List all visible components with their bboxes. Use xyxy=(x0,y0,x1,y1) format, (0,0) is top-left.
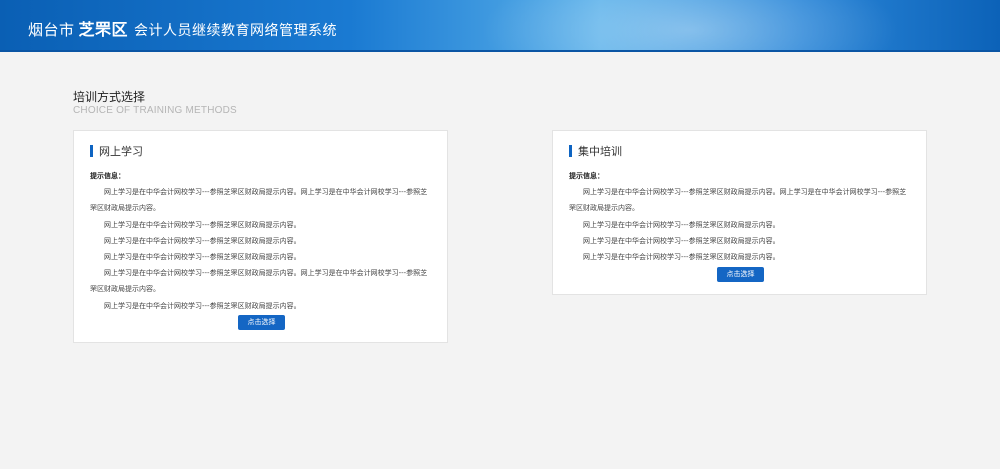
tip-paragraph: 网上学习是在中华会计网校学习---参照芝罘区财政局提示内容。 xyxy=(583,236,780,245)
tip-paragraph: 网上学习是在中华会计网校学习---参照芝罘区财政局提示内容。 xyxy=(104,301,301,310)
online-learning-choose-button[interactable]: 点击选择 xyxy=(238,315,285,330)
tip-paragraph: 网上学习是在中华会计网校学习---参照芝罘区财政局提示内容。网上学习是在中华会计… xyxy=(569,188,907,213)
card-title: 集中培训 xyxy=(578,145,622,158)
card-body: 提示信息： 网上学习是在中华会计网校学习---参照芝罘区财政局提示内容。网上学习… xyxy=(569,168,913,265)
tip-paragraph: 网上学习是在中华会计网校学习---参照芝罘区财政局提示内容。 xyxy=(583,220,780,229)
card-body: 提示信息： 网上学习是在中华会计网校学习---参照芝罘区财政局提示内容。网上学习… xyxy=(90,168,434,314)
page-header: 烟台市 芝罘区 会计人员继续教育网络管理系统 xyxy=(0,0,1000,52)
section-subtitle: CHOICE OF TRAINING METHODS xyxy=(73,105,237,116)
online-learning-card: 网上学习 提示信息： 网上学习是在中华会计网校学习---参照芝罘区财政局提示内容… xyxy=(73,130,448,343)
card-header: 集中培训 xyxy=(569,145,622,158)
card-title: 网上学习 xyxy=(99,145,143,158)
header-city: 烟台市 xyxy=(28,21,75,39)
card-header: 网上学习 xyxy=(90,145,143,158)
tip-paragraph: 网上学习是在中华会计网校学习---参照芝罘区财政局提示内容。 xyxy=(104,220,301,229)
tip-label: 提示信息： xyxy=(569,172,604,180)
tip-paragraph: 网上学习是在中华会计网校学习---参照芝罘区财政局提示内容。网上学习是在中华会计… xyxy=(90,269,428,294)
tip-paragraph: 网上学习是在中华会计网校学习---参照芝罘区财政局提示内容。 xyxy=(104,253,301,262)
card-accent-bar xyxy=(90,145,93,157)
card-accent-bar xyxy=(569,145,572,157)
system-title: 烟台市 芝罘区 会计人员继续教育网络管理系统 xyxy=(28,16,337,40)
tip-paragraph: 网上学习是在中华会计网校学习---参照芝罘区财政局提示内容。 xyxy=(583,253,780,262)
centralized-training-choose-button[interactable]: 点击选择 xyxy=(717,267,764,282)
tip-label: 提示信息： xyxy=(90,172,125,180)
tip-paragraph: 网上学习是在中华会计网校学习---参照芝罘区财政局提示内容。网上学习是在中华会计… xyxy=(90,188,428,213)
header-district: 芝罘区 xyxy=(78,20,129,39)
section-title: 培训方式选择 xyxy=(73,90,146,104)
tip-paragraph: 网上学习是在中华会计网校学习---参照芝罘区财政局提示内容。 xyxy=(104,236,301,245)
centralized-training-card: 集中培训 提示信息： 网上学习是在中华会计网校学习---参照芝罘区财政局提示内容… xyxy=(552,130,927,295)
header-system-name: 会计人员继续教育网络管理系统 xyxy=(134,23,338,39)
